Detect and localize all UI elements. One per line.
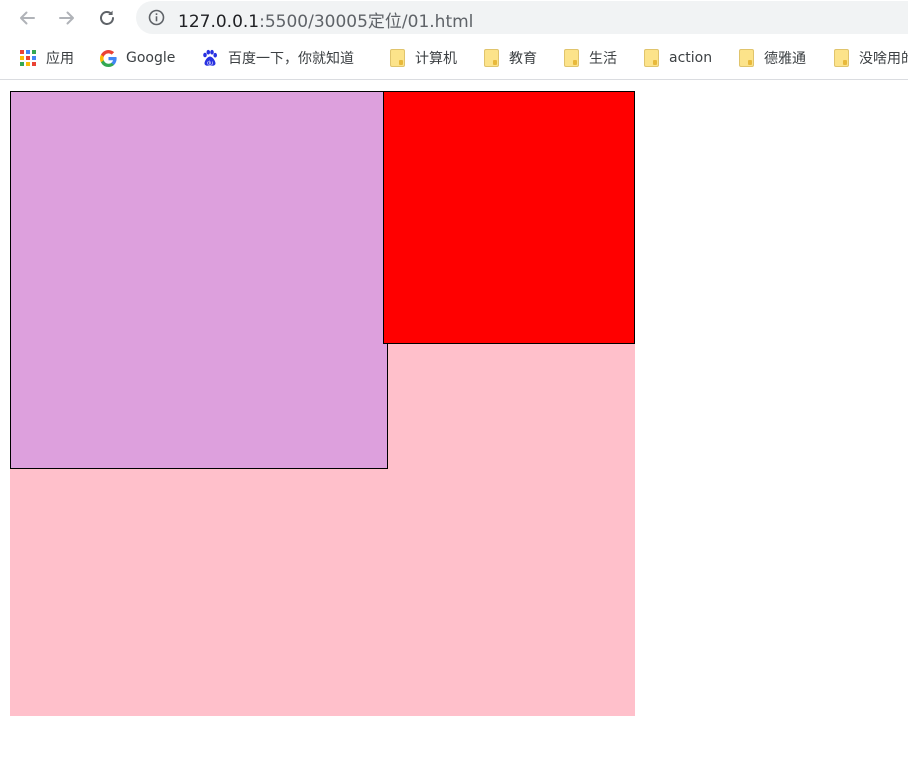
plum-box [10,91,388,469]
reload-button[interactable] [95,6,119,30]
google-g-icon [99,49,117,67]
bookmark-label: 应用 [46,51,74,67]
arrow-left-icon [20,11,35,25]
bookmark-label: 教育 [509,51,537,67]
baidu-paw-icon: du [201,49,219,67]
bookmark-label: 计算机 [415,51,457,67]
bookmark-folder-deyatong[interactable]: 德雅通 [737,48,806,68]
folder-icon [388,49,406,67]
back-button[interactable] [15,6,39,30]
bookmark-label: action [669,50,713,66]
bookmark-label: 没啥用的 [859,51,908,67]
url-host: 127.0.0.1 [178,12,260,32]
bookmark-folder-education[interactable]: 教育 [482,48,537,68]
bookmarks-bar: 应用 Google du 百度一下，你就知道 计算机 教育 生活 action … [0,37,908,80]
bookmark-folder-action[interactable]: action [642,48,712,68]
bookmark-google[interactable]: Google [99,48,175,68]
bookmark-label: 百度一下，你就知道 [228,51,354,67]
folder-icon [737,49,755,67]
svg-text:du: du [207,61,213,67]
arrow-right-icon [59,11,74,25]
bookmark-label: 生活 [589,51,617,67]
folder-icon [832,49,850,67]
bookmark-baidu[interactable]: du 百度一下，你就知道 [201,48,354,68]
folder-icon [562,49,580,67]
bookmark-folder-computer[interactable]: 计算机 [388,48,457,68]
folder-icon [642,49,660,67]
info-icon[interactable] [148,9,165,26]
apps-grid-icon [19,49,37,67]
bookmark-folder-misc[interactable]: 没啥用的 [832,48,908,68]
browser-toolbar: 127.0.0.1:5500/30005定位/01.html [0,0,908,36]
red-box [383,91,635,344]
page-viewport [0,80,908,764]
bookmark-folder-life[interactable]: 生活 [562,48,617,68]
bookmark-apps[interactable]: 应用 [19,48,74,68]
url-path: :5500/30005定位/01.html [259,12,474,32]
address-bar[interactable]: 127.0.0.1:5500/30005定位/01.html [136,1,908,34]
folder-icon [482,49,500,67]
bookmark-label: Google [126,50,176,66]
reload-icon [100,10,114,25]
url-text[interactable]: 127.0.0.1:5500/30005定位/01.html [178,7,473,32]
bookmark-label: 德雅通 [764,51,806,67]
forward-button[interactable] [55,6,79,30]
